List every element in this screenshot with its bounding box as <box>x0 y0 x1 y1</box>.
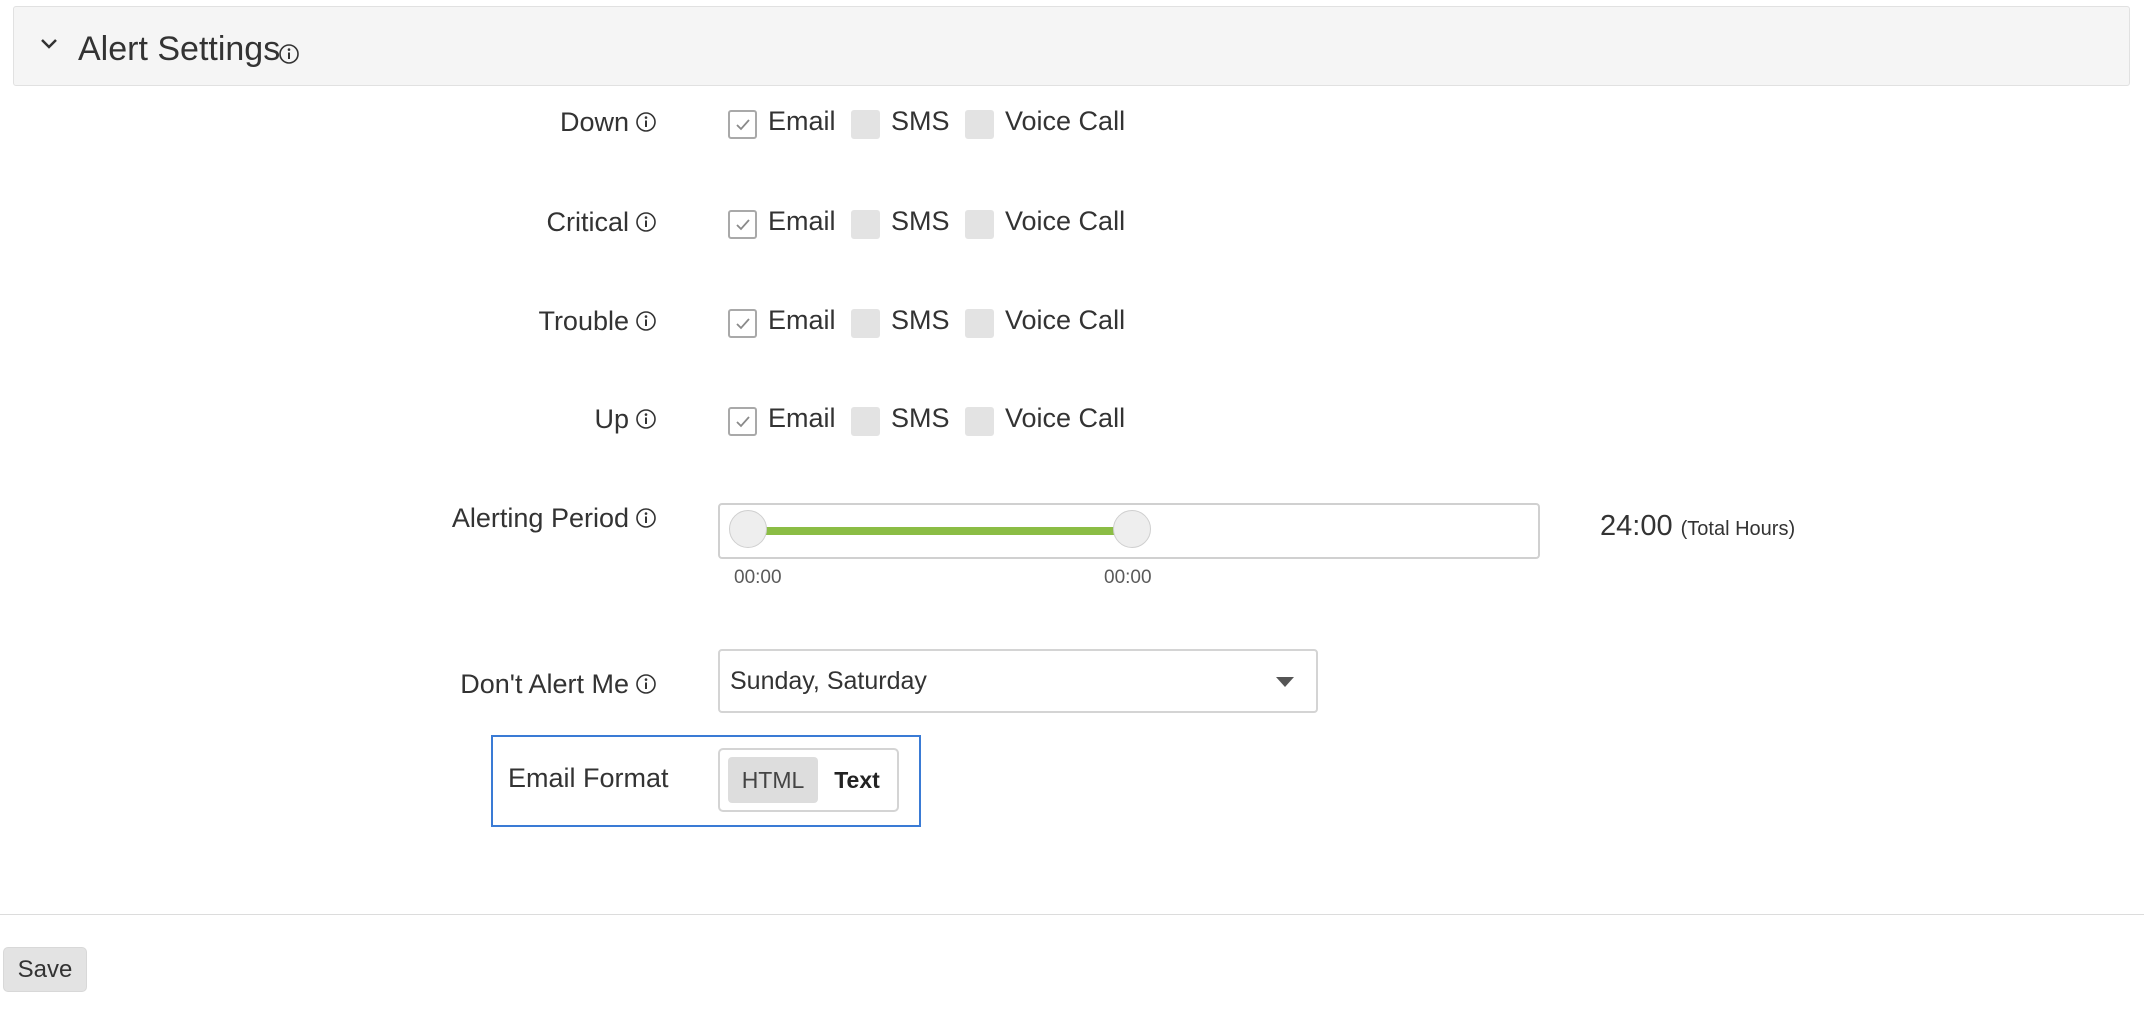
check-icon <box>736 118 750 130</box>
checkbox-label: Email <box>768 304 836 335</box>
email-format-html-option[interactable]: HTML <box>728 757 818 803</box>
row-label-text: Don't Alert Me <box>460 668 629 699</box>
checkbox-label: SMS <box>891 402 950 433</box>
total-hours: 24:00 (Total Hours) <box>1600 510 1795 543</box>
checkbox-down-voice-call[interactable]: Voice Call <box>965 104 1126 139</box>
section-title: Alert Settings <box>78 30 281 68</box>
row-label-down: Down <box>560 105 657 139</box>
checkbox-label: Voice Call <box>1005 304 1126 335</box>
checkbox-label: SMS <box>891 205 950 236</box>
checkbox[interactable] <box>728 308 757 338</box>
row-label-trouble: Trouble <box>538 304 657 338</box>
checkbox[interactable] <box>728 406 757 436</box>
checkbox-label: Voice Call <box>1005 105 1126 136</box>
row-label-dont-alert-me: Don't Alert Me <box>460 667 657 701</box>
checkbox-up-voice-call[interactable]: Voice Call <box>965 401 1126 436</box>
info-icon[interactable] <box>635 111 657 133</box>
email-format-text-option[interactable]: Text <box>824 757 890 803</box>
check-icon <box>736 317 750 329</box>
info-icon[interactable] <box>635 310 657 332</box>
check-icon <box>736 218 750 230</box>
checkbox-up-sms[interactable]: SMS <box>851 401 950 436</box>
checkbox-down-email[interactable]: Email <box>728 104 836 139</box>
slider-start-handle[interactable] <box>729 510 767 548</box>
checkbox-label: Email <box>768 105 836 136</box>
checkbox[interactable] <box>851 406 880 436</box>
alerting-period-slider[interactable] <box>718 503 1540 559</box>
email-format-toggle[interactable]: HTML Text <box>718 748 899 812</box>
select-value: Sunday, Saturday <box>730 667 927 695</box>
check-icon <box>736 415 750 427</box>
row-label-text: Alerting Period <box>451 502 629 533</box>
slider-end-handle[interactable] <box>1113 510 1151 548</box>
checkbox[interactable] <box>851 308 880 338</box>
checkbox[interactable] <box>851 109 880 139</box>
slider-range-fill <box>748 527 1130 535</box>
alert-settings-header[interactable]: Alert Settings <box>13 6 2130 86</box>
row-label-text: Down <box>559 106 629 137</box>
row-label-alerting-period: Alerting Period <box>452 501 657 535</box>
checkbox-up-email[interactable]: Email <box>728 401 836 436</box>
checkbox-label: Email <box>768 402 836 433</box>
footer-divider <box>0 914 2144 915</box>
info-icon[interactable] <box>635 408 657 430</box>
row-label-text: Up <box>594 403 629 434</box>
save-button[interactable]: Save <box>3 947 87 992</box>
slider-start-label: 00:00 <box>734 567 782 588</box>
checkbox[interactable] <box>851 209 880 239</box>
checkbox-trouble-sms[interactable]: SMS <box>851 303 950 338</box>
checkbox[interactable] <box>728 209 757 239</box>
checkbox-label: Voice Call <box>1005 205 1126 236</box>
info-icon[interactable] <box>635 211 657 233</box>
row-label-up: Up <box>594 402 657 436</box>
checkbox-down-sms[interactable]: SMS <box>851 104 950 139</box>
info-icon[interactable] <box>278 43 300 65</box>
row-label-critical: Critical <box>546 205 657 239</box>
email-format-label: Email Format <box>508 763 669 793</box>
checkbox-critical-voice-call[interactable]: Voice Call <box>965 204 1126 239</box>
checkbox-label: SMS <box>891 105 950 136</box>
checkbox-trouble-voice-call[interactable]: Voice Call <box>965 303 1126 338</box>
checkbox-label: Email <box>768 205 836 236</box>
total-hours-value: 24:00 <box>1600 510 1673 542</box>
checkbox-label: SMS <box>891 304 950 335</box>
caret-down-icon[interactable] <box>1276 677 1294 687</box>
checkbox[interactable] <box>965 109 994 139</box>
checkbox-label: Voice Call <box>1005 402 1126 433</box>
info-icon[interactable] <box>635 673 657 695</box>
checkbox[interactable] <box>728 109 757 139</box>
checkbox-critical-sms[interactable]: SMS <box>851 204 950 239</box>
row-label-text: Trouble <box>538 305 629 336</box>
row-label-text: Critical <box>546 206 629 237</box>
info-icon[interactable] <box>635 507 657 529</box>
checkbox[interactable] <box>965 406 994 436</box>
checkbox-critical-email[interactable]: Email <box>728 204 836 239</box>
slider-end-label: 00:00 <box>1104 567 1152 588</box>
checkbox[interactable] <box>965 209 994 239</box>
checkbox[interactable] <box>965 308 994 338</box>
chevron-down-icon[interactable] <box>34 29 64 59</box>
total-hours-unit: (Total Hours) <box>1680 518 1796 540</box>
dont-alert-select[interactable]: Sunday, Saturday <box>718 649 1318 713</box>
checkbox-trouble-email[interactable]: Email <box>728 303 836 338</box>
